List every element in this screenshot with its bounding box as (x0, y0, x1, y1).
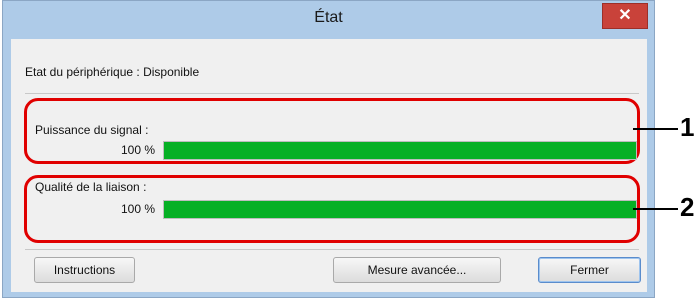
dialog-body: Etat du périphérique : Disponible Puissa… (11, 39, 647, 292)
link-quality-label: Qualité de la liaison : (35, 180, 147, 194)
divider (25, 93, 639, 94)
close-icon: ✕ (618, 7, 632, 24)
callout-number-2: 2 (680, 192, 695, 222)
link-quality-bar (163, 200, 637, 219)
title-bar: État ✕ (3, 1, 654, 39)
signal-strength-bar-fill (164, 142, 636, 159)
link-quality-bar-fill (164, 201, 636, 218)
device-status-text: Etat du périphérique : Disponible (25, 65, 200, 79)
callout-number-1: 1 (680, 112, 695, 142)
close-window-button[interactable]: ✕ (602, 3, 648, 29)
status-dialog: État ✕ Etat du périphérique : Disponible… (2, 0, 655, 298)
dialog-title: État (314, 9, 343, 26)
close-button[interactable]: Fermer (538, 257, 641, 283)
link-quality-percent: 100 % (120, 202, 155, 216)
signal-strength-label: Puissance du signal : (35, 123, 149, 137)
callout-line-2 (633, 208, 678, 210)
callout-line-1 (633, 128, 678, 130)
divider (25, 249, 639, 250)
link-quality-group: Qualité de la liaison : 100 % (24, 175, 640, 243)
signal-strength-bar (163, 141, 637, 160)
advanced-measurement-button[interactable]: Mesure avancée... (333, 257, 501, 283)
signal-strength-group: Puissance du signal : 100 % (24, 98, 640, 164)
instructions-button[interactable]: Instructions (34, 257, 135, 283)
signal-strength-percent: 100 % (120, 143, 155, 157)
